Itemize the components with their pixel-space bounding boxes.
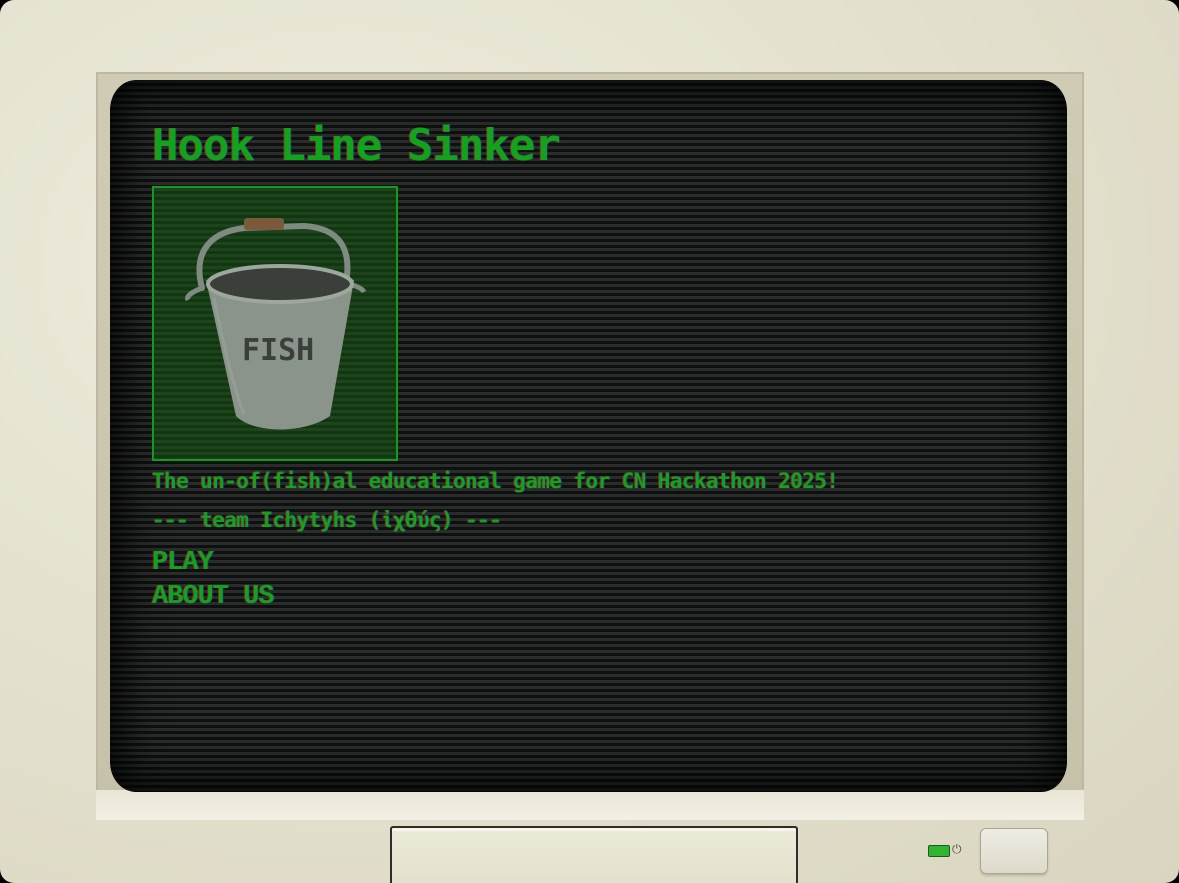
- bucket-label: FISH: [242, 333, 314, 368]
- game-logo: FISH: [152, 186, 398, 461]
- crt-screen: Hook Line Sinker FISH The un-of(fish)al …: [110, 80, 1067, 792]
- team-credit: --- team Ichytyhs (ἰχθύς) ---: [152, 508, 502, 532]
- crt-monitor: Hook Line Sinker FISH The un-of(fish)al …: [0, 0, 1179, 883]
- game-title: Hook Line Sinker: [152, 120, 561, 171]
- power-symbol-icon: ⏻: [952, 842, 962, 856]
- game-tagline: The un-of(fish)al educational game for C…: [152, 469, 839, 493]
- power-led-icon: [928, 845, 950, 857]
- fish-bucket-icon: FISH: [185, 218, 367, 430]
- play-button[interactable]: PLAY: [152, 546, 274, 580]
- about-us-button[interactable]: ABOUT US: [152, 580, 275, 614]
- power-button[interactable]: [980, 828, 1048, 874]
- monitor-base-panel: [390, 826, 798, 883]
- main-menu: PLAY ABOUT US: [152, 546, 275, 614]
- bezel-chin: [96, 790, 1084, 820]
